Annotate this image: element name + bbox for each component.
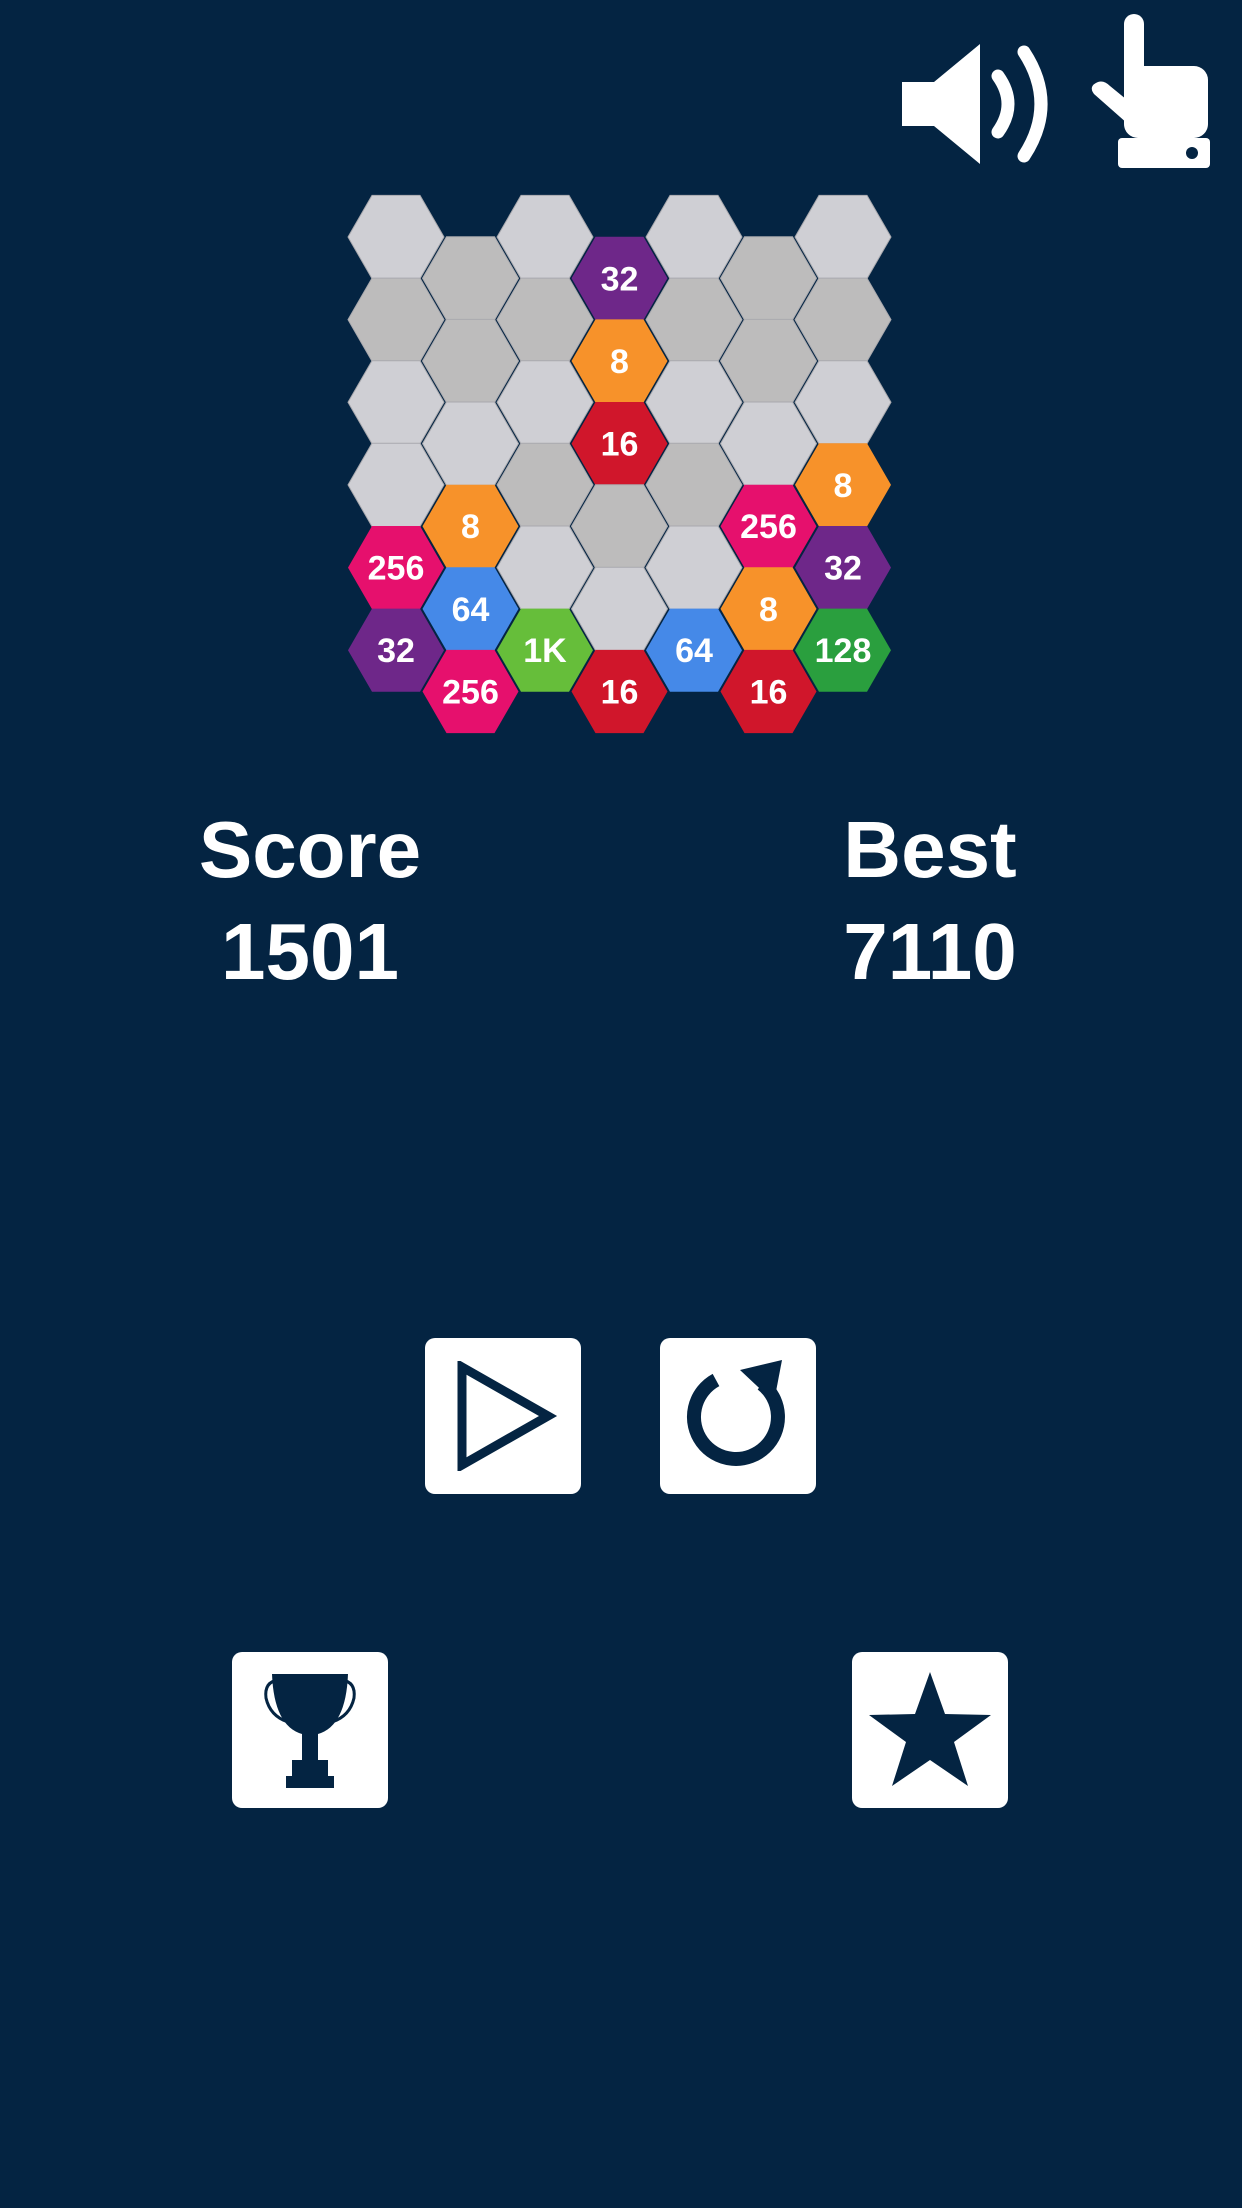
leaderboard-button[interactable] xyxy=(232,1652,388,1808)
game-board[interactable]: 32 8 16 8 256 8 256 32 32 64 1K 64 8 128 256 16 16 xyxy=(0,0,1242,760)
best-panel: Best 7110 xyxy=(730,802,1130,1002)
hex-tile-value: 1K xyxy=(523,632,567,670)
rate-button[interactable] xyxy=(852,1652,1008,1808)
hex-tile-value: 32 xyxy=(377,632,415,670)
score-value: 1501 xyxy=(221,907,399,996)
best-value: 7110 xyxy=(843,907,1017,996)
hex-tile-value: 8 xyxy=(461,508,480,546)
hex-tile-value: 256 xyxy=(368,550,425,588)
trophy-icon xyxy=(264,1674,356,1788)
score-panel: Score 1501 xyxy=(110,802,510,1002)
hex-tile-value: 256 xyxy=(442,674,499,712)
best-label: Best xyxy=(843,805,1017,894)
restart-icon xyxy=(687,1360,785,1466)
hex-tile-value: 16 xyxy=(750,674,788,712)
hex-tile-value: 16 xyxy=(601,674,639,712)
play-icon xyxy=(457,1361,558,1471)
score-label: Score xyxy=(198,805,422,894)
hex-tile-value: 256 xyxy=(740,508,797,546)
restart-button[interactable] xyxy=(660,1338,816,1494)
play-button[interactable] xyxy=(425,1338,581,1494)
hex-tile-value: 16 xyxy=(601,426,639,464)
star-icon xyxy=(869,1672,991,1786)
hex-tile-value: 8 xyxy=(759,591,778,629)
hex-tile-value: 64 xyxy=(675,632,713,670)
hex-tile-value: 8 xyxy=(834,467,853,505)
hex-tile-value: 8 xyxy=(610,343,629,381)
hex-tile-value: 32 xyxy=(824,550,862,588)
hex-tile-value: 64 xyxy=(452,591,490,629)
hex-tile-value: 32 xyxy=(601,260,639,298)
hex-tile-value: 128 xyxy=(815,632,872,670)
